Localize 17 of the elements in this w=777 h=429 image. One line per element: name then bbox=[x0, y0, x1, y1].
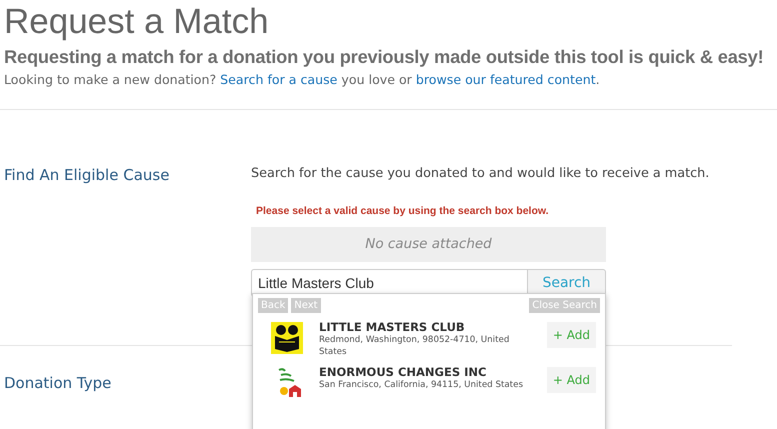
link[interactable]: Search for a cause bbox=[220, 72, 338, 87]
add-button[interactable]: + Add bbox=[546, 367, 596, 393]
intro-sentence: Looking to make a new donation? Search for a cause you love or browse our featured content. bbox=[4, 71, 601, 89]
page-subtitle: Requesting a match for a donation you previously made outside this tool is quick & easy! bbox=[4, 46, 764, 68]
section-label: Donation Type bbox=[4, 373, 112, 392]
cause-address: Redmond, Washington, 98052-4710, United States bbox=[319, 334, 510, 358]
link[interactable]: browse our featured content bbox=[416, 72, 596, 87]
error-message: Please select a valid cause by using the search box below. bbox=[255, 205, 550, 217]
add-button[interactable]: + Add bbox=[546, 322, 596, 348]
cause-name: ENORMOUS CHANGES INC bbox=[319, 365, 488, 379]
cause-name: LITTLE MASTERS CLUB bbox=[319, 320, 466, 334]
section-label: Find An Eligible Cause bbox=[4, 165, 170, 186]
page-title: Request a Match bbox=[4, 1, 270, 43]
cause-address: San Francisco, California, 94115, United States bbox=[319, 379, 524, 391]
instruction-text: Search for the cause you donated to and would like to receive a match. bbox=[251, 165, 710, 183]
no-cause-panel: No cause attached bbox=[251, 227, 606, 262]
organization-logo-icon bbox=[271, 322, 303, 354]
